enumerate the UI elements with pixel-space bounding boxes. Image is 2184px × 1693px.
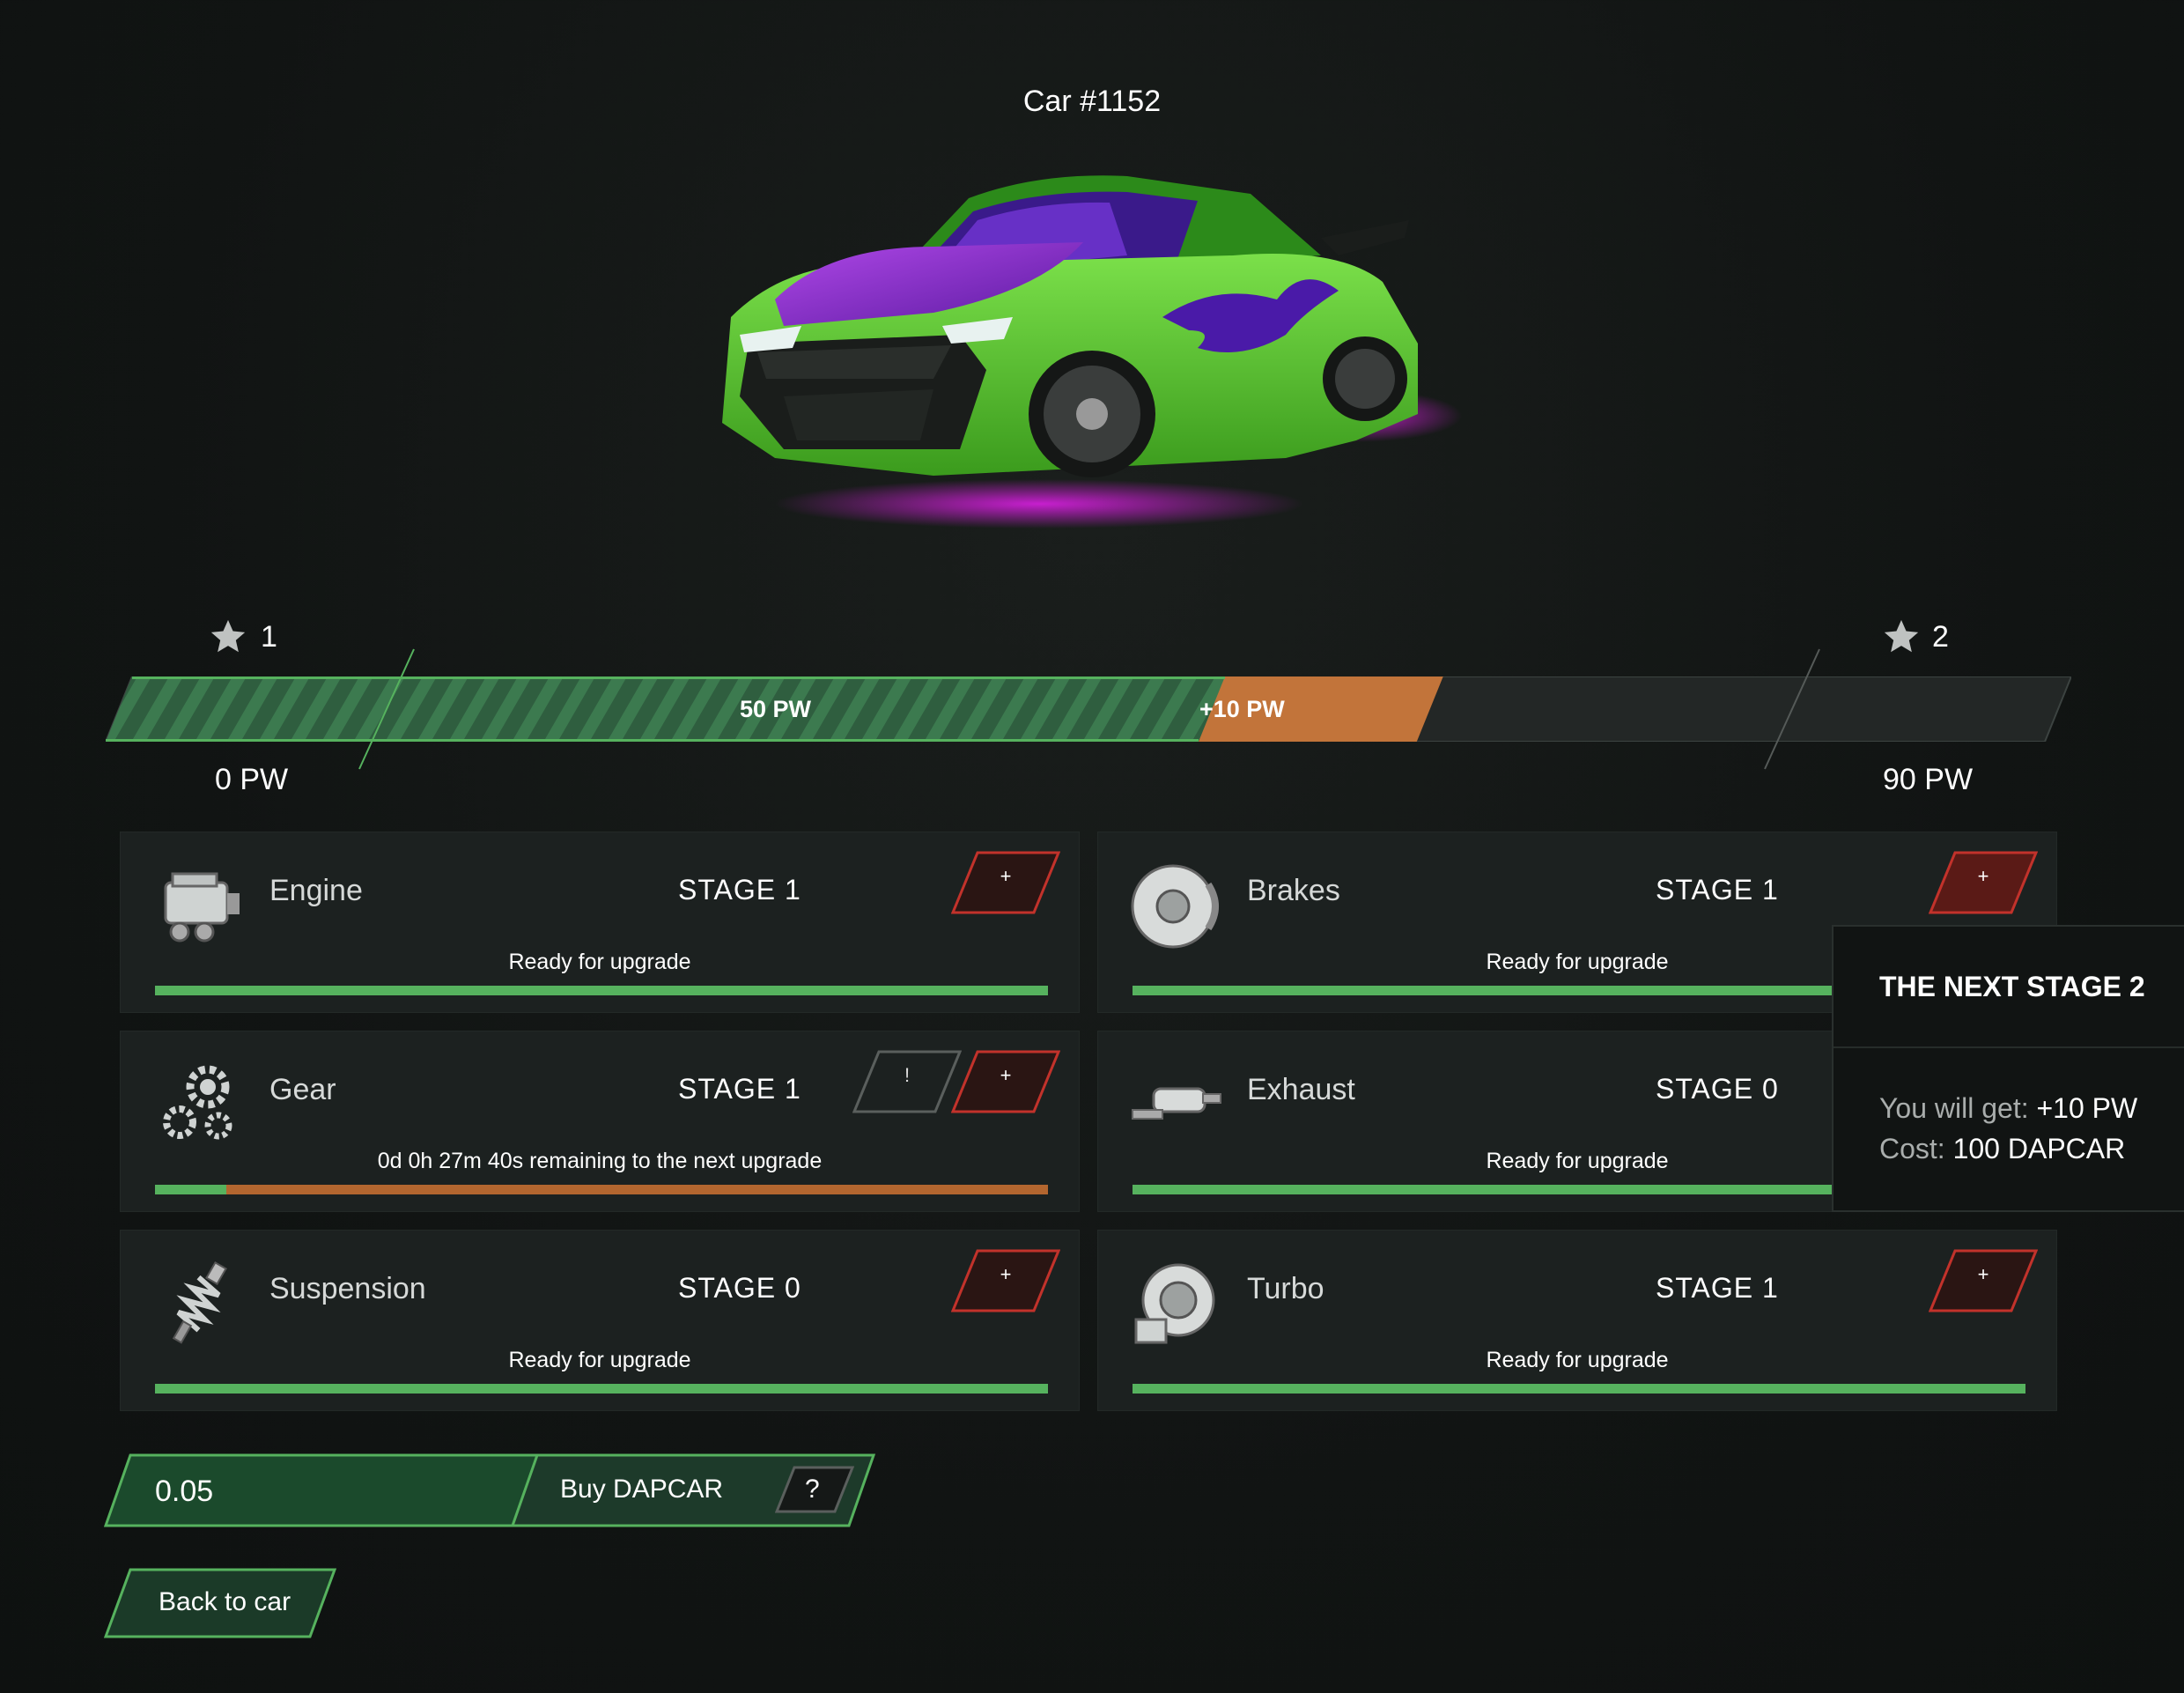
part-name: Suspension xyxy=(269,1272,426,1305)
level-divider xyxy=(1764,648,1820,770)
part-status: 0d 0h 27m 40s remaining to the next upgr… xyxy=(377,1149,823,1173)
part-stage: STAGE 0 xyxy=(678,1272,801,1304)
tooltip-divider xyxy=(1834,1046,2184,1048)
part-progress xyxy=(155,986,1048,995)
part-name: Engine xyxy=(269,874,363,907)
plus-icon: + xyxy=(1000,865,1012,887)
upgrade-brakes-button[interactable]: + xyxy=(1928,851,2039,914)
part-status: Ready for upgrade xyxy=(1486,1348,1669,1372)
part-stage: STAGE 0 xyxy=(1656,1073,1779,1105)
start-level-label: 1 xyxy=(261,620,277,654)
current-power-label: 50 PW xyxy=(740,696,812,722)
tooltip-cost-value: 100 DAPCAR xyxy=(1952,1133,2126,1164)
brake-disc-icon xyxy=(1131,864,1219,949)
max-power-label: 90 PW xyxy=(1883,763,1974,796)
star-icon xyxy=(1884,619,1919,653)
tooltip-get-label: You will get: xyxy=(1879,1092,2029,1124)
level-divider xyxy=(358,648,415,770)
tooltip-get-row: You will get: +10 PW xyxy=(1879,1092,2137,1125)
part-status: Ready for upgrade xyxy=(508,950,691,974)
part-stage: STAGE 1 xyxy=(678,874,801,906)
part-status: Ready for upgrade xyxy=(508,1348,691,1372)
tooltip-cost-row: Cost: 100 DAPCAR xyxy=(1879,1133,2125,1165)
warning-icon: ! xyxy=(904,1064,911,1086)
part-name: Exhaust xyxy=(1247,1073,1355,1106)
end-level-label: 2 xyxy=(1932,620,1949,654)
part-stage: STAGE 1 xyxy=(1656,874,1779,906)
plus-icon: + xyxy=(1977,865,1989,887)
tooltip-get-value: +10 PW xyxy=(2036,1092,2138,1124)
plus-icon: + xyxy=(1000,1064,1012,1086)
help-icon: ? xyxy=(805,1475,820,1504)
tooltip-heading: THE NEXT STAGE 2 xyxy=(1879,971,2145,1002)
upgrade-engine-button[interactable]: + xyxy=(950,851,1061,914)
buy-dapcar-form: Buy DAPCAR xyxy=(104,1453,879,1527)
part-card-suspension: Suspension STAGE 0 + Ready for upgrade xyxy=(120,1230,1080,1411)
part-stage: STAGE 1 xyxy=(1656,1272,1779,1304)
part-card-turbo: Turbo STAGE 1 + Ready for upgrade xyxy=(1097,1230,2057,1411)
back-to-car-button[interactable]: Back to car xyxy=(103,1568,337,1638)
part-progress xyxy=(1133,1384,2025,1394)
star-icon xyxy=(210,619,246,653)
car-image xyxy=(722,175,1462,529)
engine-icon xyxy=(164,872,240,943)
help-button[interactable]: ? xyxy=(774,1466,855,1513)
part-progress xyxy=(155,1185,1048,1194)
suspension-icon xyxy=(172,1261,227,1344)
back-to-car-label: Back to car xyxy=(159,1587,291,1616)
upgrade-suspension-button[interactable]: + xyxy=(950,1249,1061,1312)
next-stage-tooltip: THE NEXT STAGE 2 You will get: +10 PW Co… xyxy=(1832,925,2184,1212)
min-power-label: 0 PW xyxy=(215,763,289,796)
tooltip-cost-label: Cost: xyxy=(1879,1133,1945,1164)
buy-dapcar-label: Buy DAPCAR xyxy=(560,1475,724,1504)
plus-icon: + xyxy=(1977,1263,1989,1285)
part-name: Brakes xyxy=(1247,874,1340,907)
bonus-power-label: +10 PW xyxy=(1199,696,1285,722)
part-card-engine: Engine STAGE 1 + Ready for upgrade xyxy=(120,832,1080,1013)
gear-info-button[interactable]: ! xyxy=(852,1050,963,1113)
page-title: Car #1152 xyxy=(1022,85,1162,118)
part-progress xyxy=(155,1384,1048,1394)
gears-icon xyxy=(163,1065,232,1140)
dapcar-amount-input[interactable] xyxy=(153,1473,491,1510)
exhaust-icon xyxy=(1132,1087,1221,1120)
part-name: Gear xyxy=(269,1073,336,1106)
plus-icon: + xyxy=(1000,1263,1012,1285)
part-name: Turbo xyxy=(1247,1272,1324,1305)
turbo-icon xyxy=(1134,1263,1215,1344)
upgrade-gear-button[interactable]: + xyxy=(950,1050,1061,1113)
part-card-gear: Gear STAGE 1 ! + 0d 0h 27m 40s remaining… xyxy=(120,1031,1080,1212)
part-stage: STAGE 1 xyxy=(678,1073,801,1105)
upgrade-turbo-button[interactable]: + xyxy=(1928,1249,2039,1312)
